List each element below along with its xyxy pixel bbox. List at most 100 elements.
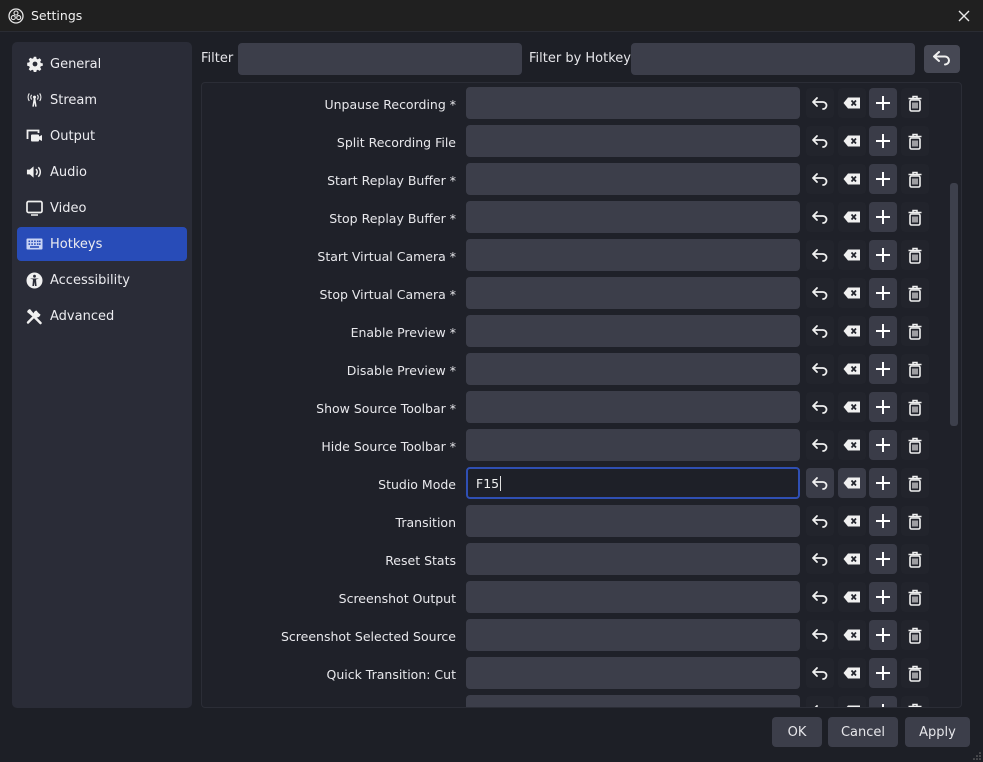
add-hotkey-button[interactable] [869,658,897,688]
revert-hotkey-button[interactable] [806,696,834,707]
hotkey-input[interactable] [466,695,800,707]
revert-hotkey-button[interactable] [806,506,834,536]
add-hotkey-button[interactable] [869,164,897,194]
hotkey-input[interactable] [466,429,800,461]
clear-hotkey-button[interactable] [838,430,866,460]
hotkey-input[interactable] [466,125,800,157]
hotkey-input[interactable] [466,87,800,119]
add-hotkey-button[interactable] [869,316,897,346]
remove-hotkey-button[interactable] [901,240,929,270]
revert-hotkey-button[interactable] [806,316,834,346]
hotkey-input[interactable] [466,163,800,195]
clear-hotkey-button[interactable] [838,202,866,232]
hotkey-input[interactable] [466,543,800,575]
revert-hotkey-button[interactable] [806,240,834,270]
clear-hotkey-button[interactable] [838,278,866,308]
clear-hotkey-button[interactable] [838,620,866,650]
hotkey-input[interactable] [466,201,800,233]
hotkey-input[interactable] [466,239,800,271]
remove-hotkey-button[interactable] [901,658,929,688]
sidebar-item-output[interactable]: Output [17,119,187,153]
add-hotkey-button[interactable] [869,582,897,612]
hotkey-input[interactable]: F15 [466,467,800,499]
remove-hotkey-button[interactable] [901,354,929,384]
hotkey-filter-input[interactable] [631,43,915,75]
sidebar-item-stream[interactable]: Stream [17,83,187,117]
add-hotkey-button[interactable] [869,696,897,707]
remove-hotkey-button[interactable] [901,126,929,156]
revert-hotkey-button[interactable] [806,392,834,422]
revert-hotkey-button[interactable] [806,620,834,650]
clear-hotkey-button[interactable] [838,354,866,384]
remove-hotkey-button[interactable] [901,696,929,707]
remove-hotkey-button[interactable] [901,164,929,194]
hotkey-input[interactable] [466,315,800,347]
clear-hotkey-button[interactable] [838,544,866,574]
close-button[interactable] [953,5,975,27]
sidebar-item-video[interactable]: Video [17,191,187,225]
clear-hotkey-button[interactable] [838,468,866,498]
remove-hotkey-button[interactable] [901,430,929,460]
sidebar-item-audio[interactable]: Audio [17,155,187,189]
revert-hotkey-button[interactable] [806,202,834,232]
ok-button[interactable]: OK [772,717,822,747]
remove-hotkey-button[interactable] [901,392,929,422]
add-hotkey-button[interactable] [869,430,897,460]
add-hotkey-button[interactable] [869,620,897,650]
revert-hotkey-button[interactable] [806,164,834,194]
revert-hotkey-button[interactable] [806,468,834,498]
revert-hotkey-button[interactable] [806,544,834,574]
revert-hotkey-button[interactable] [806,582,834,612]
clear-hotkey-button[interactable] [838,316,866,346]
remove-hotkey-button[interactable] [901,202,929,232]
remove-hotkey-button[interactable] [901,506,929,536]
hotkey-input[interactable] [466,353,800,385]
remove-hotkey-button[interactable] [901,316,929,346]
remove-hotkey-button[interactable] [901,88,929,118]
add-hotkey-button[interactable] [869,544,897,574]
clear-hotkey-button[interactable] [838,658,866,688]
remove-hotkey-button[interactable] [901,620,929,650]
clear-hotkey-button[interactable] [838,506,866,536]
sidebar-item-advanced[interactable]: Advanced [17,299,187,333]
revert-hotkey-button[interactable] [806,430,834,460]
remove-hotkey-button[interactable] [901,278,929,308]
resize-grip[interactable] [973,752,981,760]
clear-hotkey-button[interactable] [838,164,866,194]
apply-button[interactable]: Apply [905,717,970,747]
scrollbar-thumb[interactable] [950,182,958,427]
hotkey-input[interactable] [466,657,800,689]
filter-input[interactable] [238,43,522,75]
add-hotkey-button[interactable] [869,126,897,156]
clear-hotkey-button[interactable] [838,240,866,270]
hotkey-input[interactable] [466,505,800,537]
clear-hotkey-button[interactable] [838,88,866,118]
add-hotkey-button[interactable] [869,506,897,536]
revert-hotkey-button[interactable] [806,658,834,688]
remove-hotkey-button[interactable] [901,582,929,612]
add-hotkey-button[interactable] [869,354,897,384]
sidebar-item-accessibility[interactable]: Accessibility [17,263,187,297]
sidebar-item-hotkeys[interactable]: Hotkeys [17,227,187,261]
reset-filter-button[interactable] [924,45,960,73]
revert-hotkey-button[interactable] [806,126,834,156]
hotkey-input[interactable] [466,277,800,309]
add-hotkey-button[interactable] [869,202,897,232]
clear-hotkey-button[interactable] [838,696,866,707]
hotkey-input[interactable] [466,619,800,651]
add-hotkey-button[interactable] [869,240,897,270]
clear-hotkey-button[interactable] [838,582,866,612]
revert-hotkey-button[interactable] [806,354,834,384]
add-hotkey-button[interactable] [869,88,897,118]
sidebar-item-general[interactable]: General [17,47,187,81]
revert-hotkey-button[interactable] [806,278,834,308]
remove-hotkey-button[interactable] [901,468,929,498]
clear-hotkey-button[interactable] [838,126,866,156]
add-hotkey-button[interactable] [869,278,897,308]
cancel-button[interactable]: Cancel [828,717,898,747]
clear-hotkey-button[interactable] [838,392,866,422]
remove-hotkey-button[interactable] [901,544,929,574]
hotkey-input[interactable] [466,391,800,423]
add-hotkey-button[interactable] [869,468,897,498]
hotkey-input[interactable] [466,581,800,613]
